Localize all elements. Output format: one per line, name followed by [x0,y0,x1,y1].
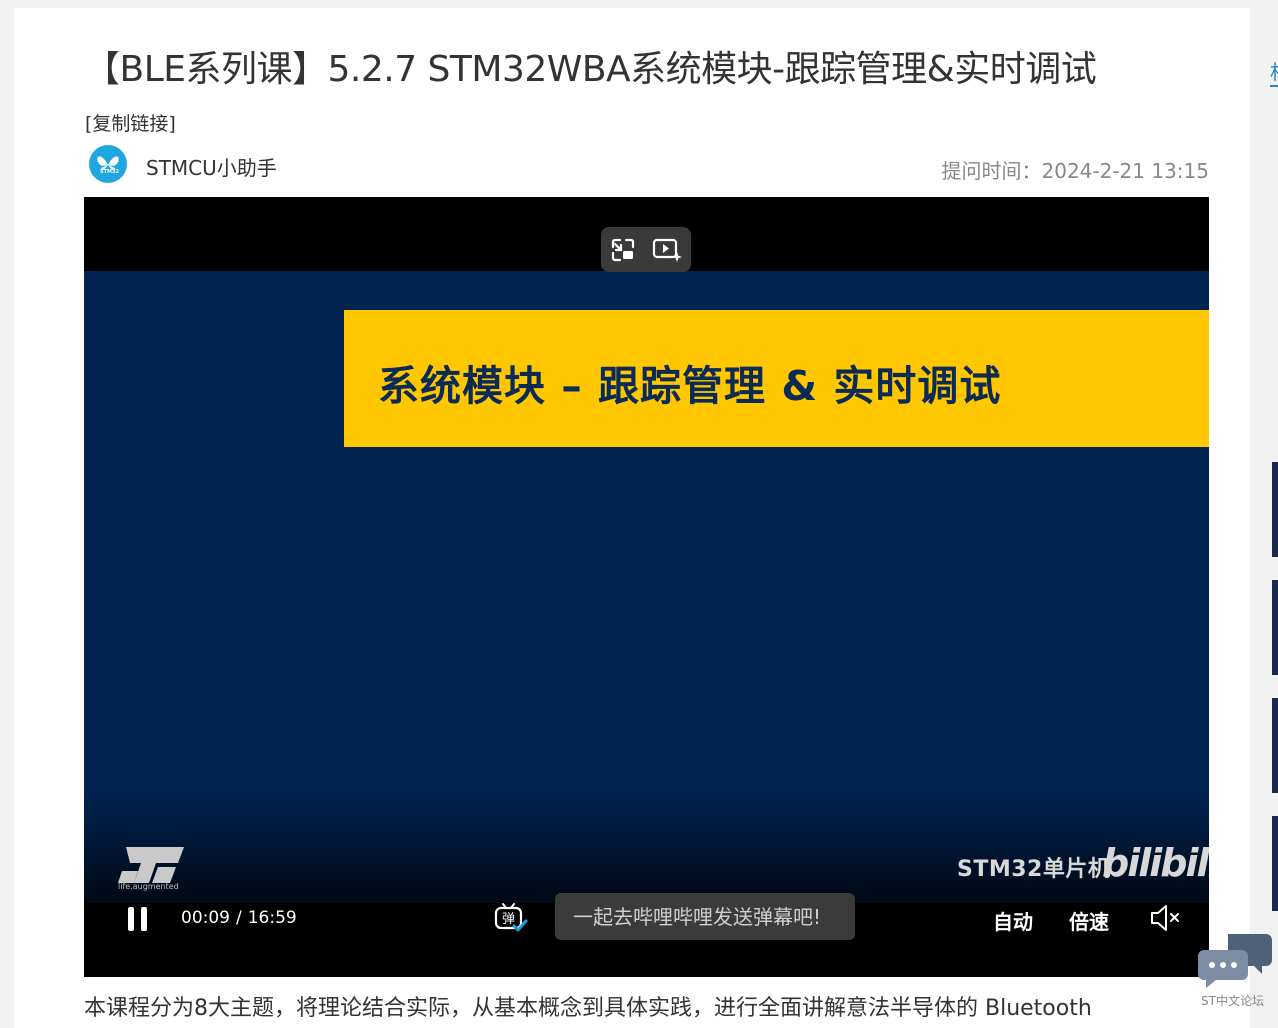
chat-bubbles-icon [1198,934,1272,988]
sidebar-thumbnails [1272,0,1278,1016]
pause-button[interactable] [126,907,150,935]
butterfly-icon [97,156,119,171]
player-top-toolbar [601,227,691,272]
danmaku-input[interactable] [555,893,855,940]
avatar-tag: STM32 [100,169,119,175]
author-name[interactable]: STMCU小助手 [146,152,277,181]
sidebar-thumbnail[interactable] [1272,816,1278,911]
danmaku-icon-label: 弹 [502,912,515,927]
duration: 16:59 [247,908,297,928]
ai-summary-button[interactable] [651,234,683,266]
slide-banner: 系统模块 – 跟踪管理 & 实时调试 [344,310,1209,447]
sidebar-thumbnail[interactable] [1272,580,1278,675]
sidebar-thumbnail[interactable] [1272,698,1278,793]
picture-in-picture-icon [611,238,635,262]
danmaku-tv-icon: 弹 [494,903,528,932]
page-title: 【BLE系列课】5.2.7 STM32WBA系统模块-跟踪管理&实时调试 [84,49,1097,90]
forum-chat-widget[interactable]: ST中文论坛 [1198,930,1278,1016]
avatar[interactable]: STM32 [89,145,127,183]
player-controls: 00:09 /16:59 弹 自动 倍速 [84,893,1209,977]
channel-watermark: STM32单片机 [957,857,1111,882]
danmaku-toggle-button[interactable]: 弹 [492,899,528,935]
pause-icon [128,907,134,931]
frame-gradient [84,791,1209,903]
video-frame[interactable]: 系统模块 – 跟踪管理 & 实时调试 [84,271,1209,903]
post-time: 提问时间：2024-2-21 13:15 [941,159,1210,183]
time-display: 00:09 /16:59 [181,908,297,928]
video-player[interactable]: 系统模块 – 跟踪管理 & 实时调试 life.augmented STM32单… [84,197,1209,977]
article-description: 本课程分为8大主题，将理论结合实际，从基本概念到具体实践，进行全面讲解意法半导体… [84,996,1092,1021]
time-separator: / [236,908,242,928]
mute-button[interactable] [1148,903,1184,933]
pause-icon-bar [141,907,147,931]
volume-muted-icon [1151,905,1179,931]
copy-link-button[interactable]: [复制链接] [85,109,176,136]
quality-selector[interactable]: 自动 [993,906,1033,935]
slide-title: 系统模块 – 跟踪管理 & 实时调试 [378,362,1002,410]
forum-label: ST中文论坛 [1201,994,1264,1008]
video-sparkle-icon [652,238,682,262]
current-time: 00:09 [181,908,230,928]
bilibili-logo: bilibili [1102,841,1209,885]
sidebar-thumbnail[interactable] [1272,462,1278,557]
playback-speed-button[interactable]: 倍速 [1069,906,1109,935]
st-tagline: life.augmented [118,882,179,891]
pip-button[interactable] [607,234,639,266]
